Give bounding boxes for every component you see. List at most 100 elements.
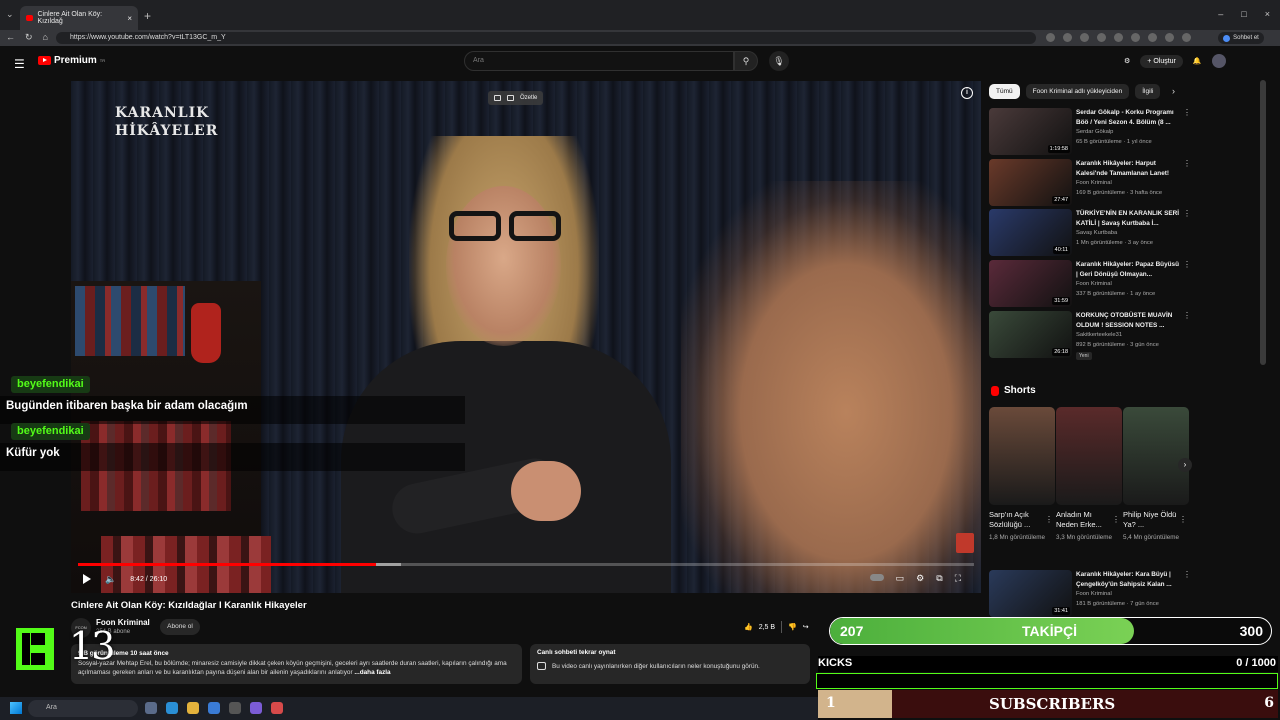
description-more-link[interactable]: ...daha fazla: [354, 669, 390, 676]
channel-name[interactable]: Foon Kriminal: [1076, 591, 1112, 597]
channel-name[interactable]: Foon Kriminal: [1076, 281, 1112, 287]
more-options-icon[interactable]: ⋮: [1183, 311, 1191, 320]
taskbar-search-input[interactable]: Ara: [28, 700, 138, 717]
live-chat-replay-box[interactable]: Canlı sohbeti tekrar oynat Bu video canl…: [530, 644, 810, 684]
recommended-video[interactable]: 26:18 KORKUNÇ OTOBÜSTE MUAVİN OLDUM ! SES…: [989, 311, 1191, 361]
short-thumbnail[interactable]: [1123, 407, 1189, 505]
recommended-video[interactable]: 27:47 Karanlık Hikâyeler: Harput Kalesi'n…: [989, 159, 1191, 209]
extension-icon[interactable]: [1114, 33, 1123, 42]
more-options-icon[interactable]: ⋮: [1183, 570, 1191, 579]
tab-list-icon[interactable]: ⌄: [6, 9, 14, 20]
short-title[interactable]: Anladın Mı Neden Erke...: [1056, 510, 1110, 530]
minimize-icon[interactable]: –: [1218, 9, 1223, 19]
like-icon[interactable]: 👍: [744, 623, 753, 631]
close-window-icon[interactable]: ×: [1265, 9, 1270, 19]
video-title[interactable]: TÜRKİYE'NİN EN KARANLIK SERİ KATİLİ | Sa…: [1076, 209, 1180, 228]
fullscreen-icon[interactable]: ⛶: [955, 573, 961, 584]
dislike-icon[interactable]: 👎: [788, 623, 797, 631]
recommended-video[interactable]: 31:59 Karanlık Hikâyeler: Papaz Büyüsü | …: [989, 260, 1191, 310]
task-view-icon[interactable]: [145, 702, 157, 714]
file-explorer-icon[interactable]: [187, 702, 199, 714]
store-icon[interactable]: [208, 702, 220, 714]
channel-name[interactable]: Savaş Kurtbaba: [1076, 230, 1117, 236]
video-title[interactable]: KORKUNÇ OTOBÜSTE MUAVİN OLDUM ! SESSION …: [1076, 311, 1180, 330]
reload-icon[interactable]: ↻: [25, 32, 33, 43]
windows-start-icon[interactable]: [10, 702, 22, 714]
video-title[interactable]: Karanlık Hikâyeler: Kara Büyü | Çengelkö…: [1076, 570, 1180, 589]
edge-icon[interactable]: [166, 702, 178, 714]
new-tab-icon[interactable]: +: [144, 9, 151, 23]
progress-bar[interactable]: [78, 563, 974, 566]
short-title[interactable]: Philip Niye Öldü Ya? ...: [1123, 510, 1177, 530]
cast-icon[interactable]: ⚙: [1124, 57, 1130, 65]
youtube-logo[interactable]: Premium TR: [38, 55, 105, 66]
video-thumbnail[interactable]: 31:59: [989, 260, 1072, 307]
app-icon[interactable]: [271, 702, 283, 714]
extension-icon[interactable]: [1131, 33, 1140, 42]
like-count[interactable]: 2,5 B: [759, 624, 775, 631]
channel-watermark-icon[interactable]: [956, 533, 974, 553]
chevron-right-icon[interactable]: ›: [1172, 86, 1175, 96]
video-thumbnail[interactable]: 27:47: [989, 159, 1072, 206]
more-options-icon[interactable]: ⋮: [1045, 515, 1053, 524]
extension-icon[interactable]: [1097, 33, 1106, 42]
more-options-icon[interactable]: ⋮: [1183, 209, 1191, 218]
video-thumbnail[interactable]: 1:19:58: [989, 108, 1072, 155]
more-options-icon[interactable]: ⋮: [1183, 159, 1191, 168]
video-title[interactable]: Karanlık Hikâyeler: Papaz Büyüsü | Geri …: [1076, 260, 1180, 279]
extension-icon[interactable]: [1046, 33, 1055, 42]
recommended-video[interactable]: 40:11 TÜRKİYE'NİN EN KARANLIK SERİ KATİLİ…: [989, 209, 1191, 259]
chevron-right-icon[interactable]: ›: [1178, 458, 1192, 472]
app-icon[interactable]: [229, 702, 241, 714]
menu-icon[interactable]: [1182, 33, 1191, 42]
microphone-icon[interactable]: 🎙: [769, 51, 789, 71]
home-icon[interactable]: ⌂: [43, 32, 48, 43]
short-item[interactable]: Philip Niye Öldü Ya? ... 5,4 Mn görüntüle…: [1123, 407, 1189, 543]
search-icon[interactable]: ⚲: [734, 51, 758, 71]
short-item[interactable]: Sarp'ın Açık Sözlülüğü ... 1,8 Mn görüntü…: [989, 407, 1055, 543]
short-item[interactable]: Anladın Mı Neden Erke... 3,3 Mn görüntüle…: [1056, 407, 1122, 543]
volume-icon[interactable]: 🔈: [105, 574, 116, 585]
avatar[interactable]: [1211, 54, 1226, 68]
summarize-button[interactable]: Özetle: [520, 95, 537, 101]
more-options-icon[interactable]: ⋮: [1112, 515, 1120, 524]
create-button[interactable]: + Oluştur: [1140, 54, 1183, 68]
search-input[interactable]: Ara: [464, 51, 734, 71]
extension-icon[interactable]: [1063, 33, 1072, 42]
info-icon[interactable]: i: [961, 87, 973, 99]
chat-button[interactable]: Sohbet et: [1218, 32, 1264, 44]
bell-icon[interactable]: 🔔: [1193, 57, 1202, 65]
play-icon[interactable]: [83, 574, 91, 584]
video-thumbnail[interactable]: 31:41: [989, 570, 1072, 617]
share-icon[interactable]: ↪: [803, 623, 809, 631]
browser-tab[interactable]: Cinlere Ait Olan Köy: Kızıldağ ×: [20, 6, 138, 30]
description-box[interactable]: 9 B görüntüleme 10 saat önce Sosyal-yaza…: [71, 644, 522, 684]
maximize-icon[interactable]: □: [1241, 9, 1246, 19]
channel-name[interactable]: Sakitkerteekele31: [1076, 332, 1122, 338]
video-player[interactable]: KARANLIK HİKÂYELER Özetle i 🔈 8:42 / 26:…: [71, 81, 981, 593]
autoplay-toggle[interactable]: [869, 574, 884, 581]
star-icon[interactable]: [1080, 33, 1089, 42]
back-icon[interactable]: ←: [6, 32, 15, 43]
short-thumbnail[interactable]: [1056, 407, 1122, 505]
picture-icon[interactable]: [494, 95, 501, 101]
more-options-icon[interactable]: ⋮: [1183, 108, 1191, 117]
app-icon[interactable]: [250, 702, 262, 714]
video-thumbnail[interactable]: 26:18: [989, 311, 1072, 358]
subtitles-icon[interactable]: ▭: [896, 573, 905, 584]
menu-icon[interactable]: ☰: [14, 57, 25, 71]
clip-icon[interactable]: [507, 95, 514, 101]
profile-icon[interactable]: [1165, 33, 1174, 42]
video-thumbnail[interactable]: 40:11: [989, 209, 1072, 256]
subscribe-button[interactable]: Abone ol: [160, 619, 200, 635]
video-title[interactable]: Serdar Gökalp - Korku Programı Böö / Yen…: [1076, 108, 1180, 127]
chip-all[interactable]: Tümü: [989, 84, 1020, 99]
close-tab-icon[interactable]: ×: [127, 14, 132, 23]
extension-icon[interactable]: [1148, 33, 1157, 42]
recommended-video[interactable]: 1:19:58 Serdar Gökalp - Korku Programı Bö…: [989, 108, 1191, 158]
recommended-video[interactable]: 31:41 Karanlık Hikâyeler: Kara Büyü | Çen…: [989, 570, 1191, 620]
channel-name[interactable]: Serdar Gökalp: [1076, 129, 1113, 135]
settings-icon[interactable]: ⚙: [916, 573, 924, 584]
more-options-icon[interactable]: ⋮: [1179, 515, 1187, 524]
scrollbar[interactable]: [1260, 80, 1266, 365]
